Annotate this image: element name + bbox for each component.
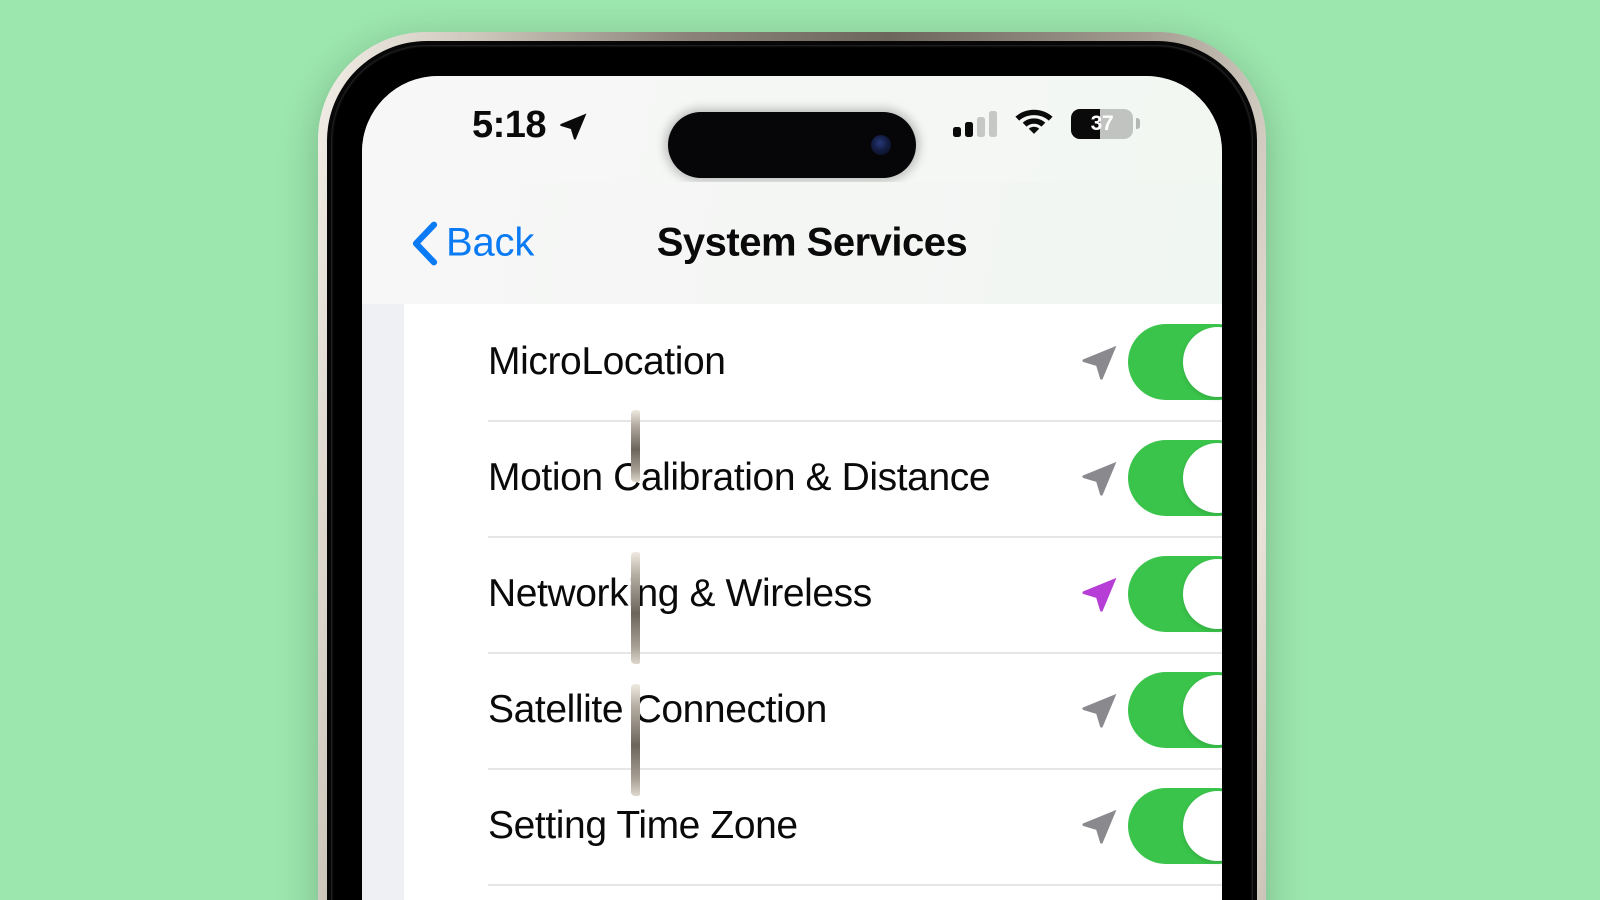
wifi-icon xyxy=(1014,106,1054,141)
front-camera-icon xyxy=(871,135,891,155)
list-card: MicroLocation Motion Calibration & Dista… xyxy=(404,304,1222,900)
list-item-accessories xyxy=(1076,672,1222,748)
toggle-knob xyxy=(1183,327,1222,397)
battery-percent-label: 37 xyxy=(1090,111,1114,135)
volume-up-button[interactable] xyxy=(631,552,640,664)
list-item[interactable]: Share My Location xyxy=(404,884,1222,900)
list-item[interactable]: Networking & Wireless xyxy=(404,536,1222,652)
toggle-knob xyxy=(1183,559,1222,629)
status-bar: 5:18 37 xyxy=(362,76,1222,182)
system-services-list: MicroLocation Motion Calibration & Dista… xyxy=(362,304,1222,900)
list-left-gutter xyxy=(362,304,404,900)
status-bar-left: 5:18 xyxy=(472,104,590,147)
list-item-accessories xyxy=(1076,788,1222,864)
list-item-accessories xyxy=(1076,324,1222,400)
toggle-knob xyxy=(1183,791,1222,861)
cellular-signal-icon xyxy=(953,110,997,137)
location-arrow-gray-icon xyxy=(1076,455,1122,501)
dynamic-island xyxy=(668,112,916,178)
list-item-accessories xyxy=(1076,440,1222,516)
list-item[interactable]: Setting Time Zone xyxy=(404,768,1222,884)
location-arrow-gray-icon xyxy=(1076,803,1122,849)
location-arrow-icon xyxy=(556,109,590,143)
status-bar-right: 37 xyxy=(953,106,1140,141)
page-title: System Services xyxy=(656,220,968,265)
signal-bar-3 xyxy=(977,116,985,137)
signal-bar-4 xyxy=(989,110,997,137)
signal-bar-1 xyxy=(953,126,961,137)
battery-icon: 37 xyxy=(1071,108,1140,139)
toggle-switch[interactable] xyxy=(1128,672,1222,748)
list-item-label: Motion Calibration & Distance xyxy=(488,456,991,499)
location-arrow-gray-icon xyxy=(1076,339,1122,385)
navigation-bar: Back System Services xyxy=(362,182,1222,306)
list-item[interactable]: Satellite Connection xyxy=(404,652,1222,768)
list-item[interactable]: MicroLocation xyxy=(404,304,1222,420)
list-item-label: MicroLocation xyxy=(488,340,726,383)
toggle-knob xyxy=(1183,675,1222,745)
list-item-label: Satellite Connection xyxy=(488,688,827,731)
toggle-switch[interactable] xyxy=(1128,440,1222,516)
location-arrow-gray-icon xyxy=(1076,687,1122,733)
phone-screen: 5:18 37 Back System Services MicroLocati… xyxy=(362,76,1222,900)
signal-bar-2 xyxy=(965,121,973,137)
iphone-frame: 5:18 37 Back System Services MicroLocati… xyxy=(318,32,1266,900)
action-button[interactable] xyxy=(631,410,640,482)
battery-cap xyxy=(1136,118,1140,129)
list-item-accessories xyxy=(1076,556,1222,632)
list-item[interactable]: Motion Calibration & Distance xyxy=(404,420,1222,536)
list-item-label: Networking & Wireless xyxy=(488,572,872,615)
location-arrow-purple-icon xyxy=(1076,571,1122,617)
toggle-switch[interactable] xyxy=(1128,556,1222,632)
toggle-switch[interactable] xyxy=(1128,788,1222,864)
toggle-switch[interactable] xyxy=(1128,324,1222,400)
volume-down-button[interactable] xyxy=(631,684,640,796)
screenshot-root: 5:18 37 Back System Services MicroLocati… xyxy=(0,0,1600,900)
status-bar-time: 5:18 xyxy=(472,104,547,146)
list-item-label: Setting Time Zone xyxy=(488,804,798,847)
toggle-knob xyxy=(1183,443,1222,513)
battery-body: 37 xyxy=(1071,108,1133,139)
